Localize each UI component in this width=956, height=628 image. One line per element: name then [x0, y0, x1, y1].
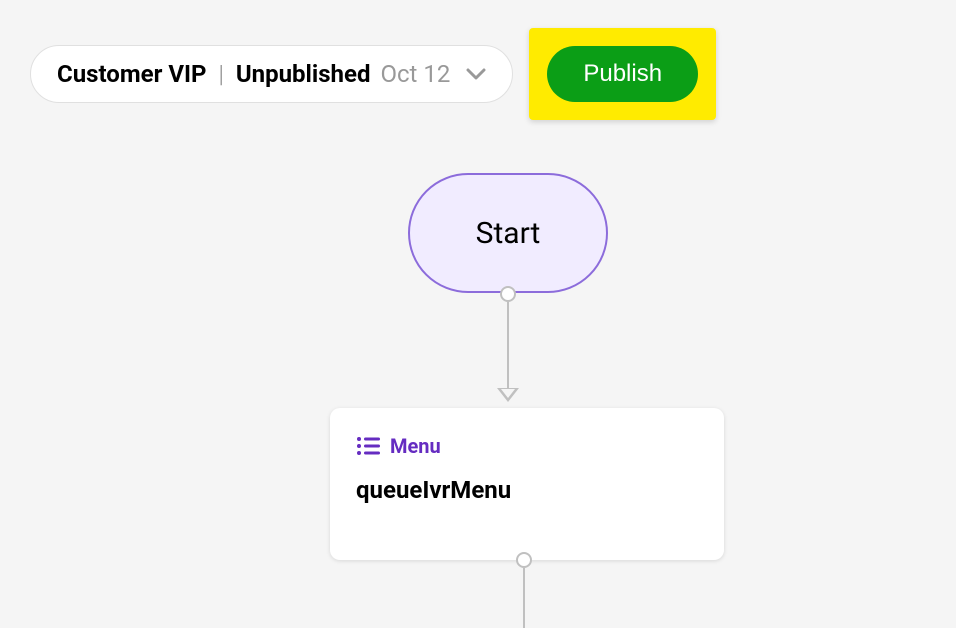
- menu-node-type-label: Menu: [390, 434, 441, 458]
- connector-line: [507, 302, 509, 392]
- menu-list-icon: [356, 436, 380, 456]
- connector-arrow-icon: [497, 388, 519, 402]
- menu-node-header: Menu: [356, 434, 698, 458]
- menu-node-title: queueIvrMenu: [356, 476, 698, 504]
- chevron-down-icon: [466, 64, 486, 84]
- flow-divider: |: [219, 60, 224, 88]
- connector-line: [523, 568, 525, 628]
- publish-highlight-frame: Publish: [529, 28, 716, 120]
- start-node-label: Start: [476, 216, 541, 251]
- connector-port[interactable]: [500, 286, 516, 302]
- flow-selector-dropdown[interactable]: Customer VIP | Unpublished Oct 12: [30, 45, 513, 103]
- flow-status: Unpublished: [236, 60, 371, 88]
- flow-name: Customer VIP: [57, 60, 207, 88]
- publish-button[interactable]: Publish: [547, 46, 698, 102]
- connector-port[interactable]: [516, 552, 532, 568]
- flow-date: Oct 12: [380, 60, 450, 88]
- menu-node[interactable]: Menu queueIvrMenu: [330, 408, 724, 560]
- editor-header: Customer VIP | Unpublished Oct 12 Publis…: [0, 0, 956, 120]
- start-node[interactable]: Start: [408, 173, 608, 293]
